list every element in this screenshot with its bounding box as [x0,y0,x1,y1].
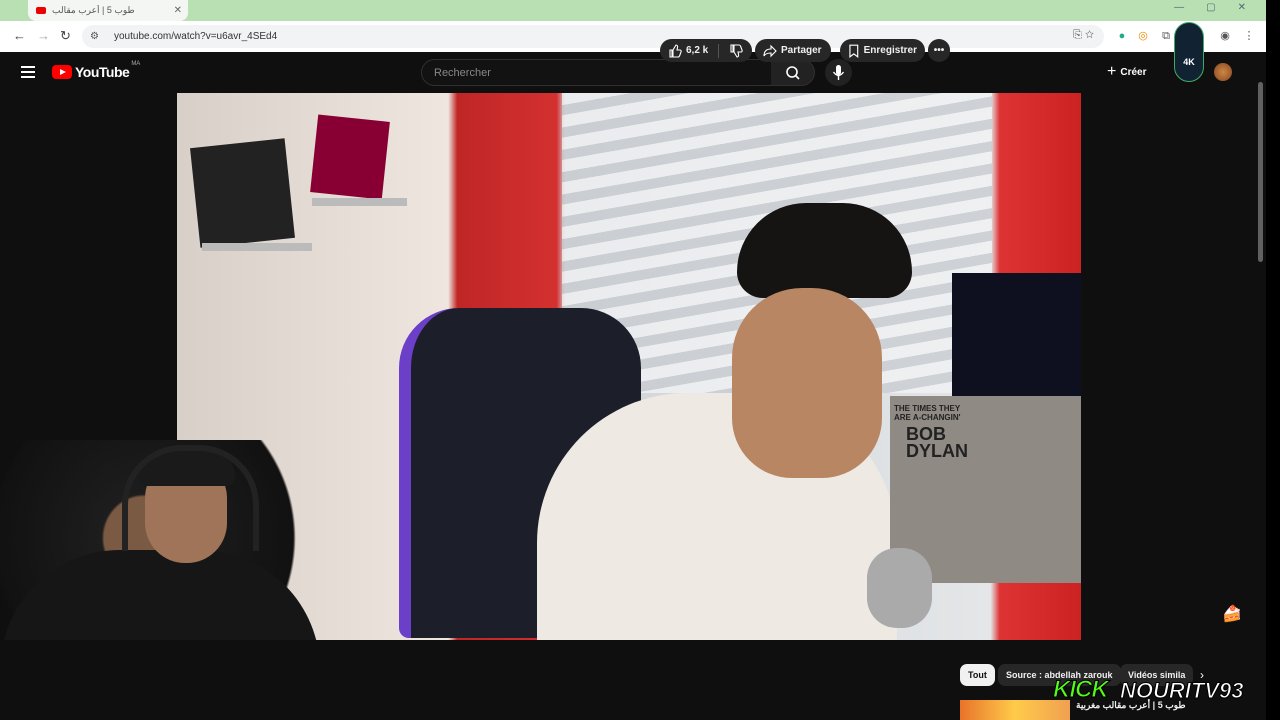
microphone-icon [832,65,845,80]
like-count: 6,2 k [686,45,709,56]
bookmark-star-icon[interactable]: ⎘ ☆ [1073,29,1094,42]
channel-name-overlay: NOURITV93 [1119,678,1244,704]
monitor [952,273,1081,398]
more-actions-button[interactable]: ••• [928,39,950,62]
channel-badge: 4K [1174,22,1204,82]
extension-icon[interactable]: ● [1115,29,1129,43]
divider [718,43,720,58]
country-code: MA [131,61,141,67]
browser-tab[interactable]: طوب 5 | أعرب مقالب ✕ [28,0,188,21]
presenter-hair [737,203,912,298]
back-icon[interactable]: ← [13,28,26,43]
window-controls[interactable]: —▢✕ [1174,2,1268,13]
forward-icon[interactable]: → [37,28,50,43]
microphone [867,548,932,628]
scrollbar-thumb[interactable] [1258,82,1263,262]
youtube-logo[interactable]: YouTube MA [52,61,141,80]
url-text[interactable]: youtube.com/watch?v=u6avr_4SEd4 [114,31,277,42]
chip-all[interactable]: Tout [960,664,995,686]
search-icon [786,66,800,80]
like-dislike-group[interactable]: 6,2 k [660,39,752,62]
share-button[interactable]: Partager [755,39,831,62]
wall-shelf-2 [312,198,407,206]
share-label: Partager [781,45,822,56]
presenter-head [732,288,882,478]
page-scrollbar[interactable] [1256,52,1266,720]
search-input[interactable] [432,66,756,80]
screen-edge [1266,0,1280,720]
save-button[interactable]: Enregistrer [840,39,925,62]
browser-tab-strip: طوب 5 | أعرب مقالب ✕ —▢✕ [0,0,1280,21]
thumbs-up-icon[interactable] [668,43,682,58]
logo-text: YouTube [75,64,130,80]
thumbs-down-icon[interactable] [729,43,743,58]
menu-kebab-icon[interactable]: ⋮ [1242,29,1256,43]
extension-icon-2[interactable]: ◎ [1136,29,1150,43]
wall-shelf [202,243,312,251]
site-info-icon[interactable]: ⚙ [90,31,104,42]
more-horizontal-icon: ••• [933,45,945,56]
bookmark-icon [849,44,859,58]
youtube-favicon-icon [36,7,46,14]
profile-icon[interactable]: ◉ [1218,29,1232,43]
extensions-puzzle-icon[interactable]: ⧉ [1159,29,1173,43]
album-title: THE TIMES THEY ARE A-CHANGIN' [894,404,961,422]
cake-icon: 🍰 [1222,606,1242,623]
close-tab-icon[interactable]: ✕ [174,5,182,16]
plus-icon: + [1107,63,1117,80]
address-bar[interactable]: ⚙ youtube.com/watch?v=u6avr_4SEd4 ⎘ ☆ [82,25,1104,48]
share-icon [763,44,777,57]
wall-poster [190,138,295,248]
voice-search-button[interactable] [825,59,852,86]
search-box[interactable] [421,59,772,86]
youtube-play-icon [52,65,72,79]
kick-logo: KICK [1053,676,1110,704]
avatar[interactable] [1214,63,1232,81]
save-label: Enregistrer [863,45,917,56]
create-button[interactable]: + Créer [1107,60,1146,84]
headphones [122,445,259,551]
tab-title: طوب 5 | أعرب مقالب [52,5,135,15]
browser-toolbar: ← → ↻ ⚙ youtube.com/watch?v=u6avr_4SEd4 … [0,21,1280,52]
album-artist-last: DYLAN [906,441,968,461]
hamburger-menu-icon[interactable] [21,66,35,81]
album-artist: BOB DYLAN [906,425,968,461]
create-label: Créer [1120,66,1147,78]
youtube-header: YouTube MA + Créer 4K [0,22,1256,92]
wall-poster-2 [310,114,390,200]
search-button[interactable] [771,59,815,86]
badge-text: 4K [1183,57,1195,67]
reload-icon[interactable]: ↻ [60,28,71,44]
